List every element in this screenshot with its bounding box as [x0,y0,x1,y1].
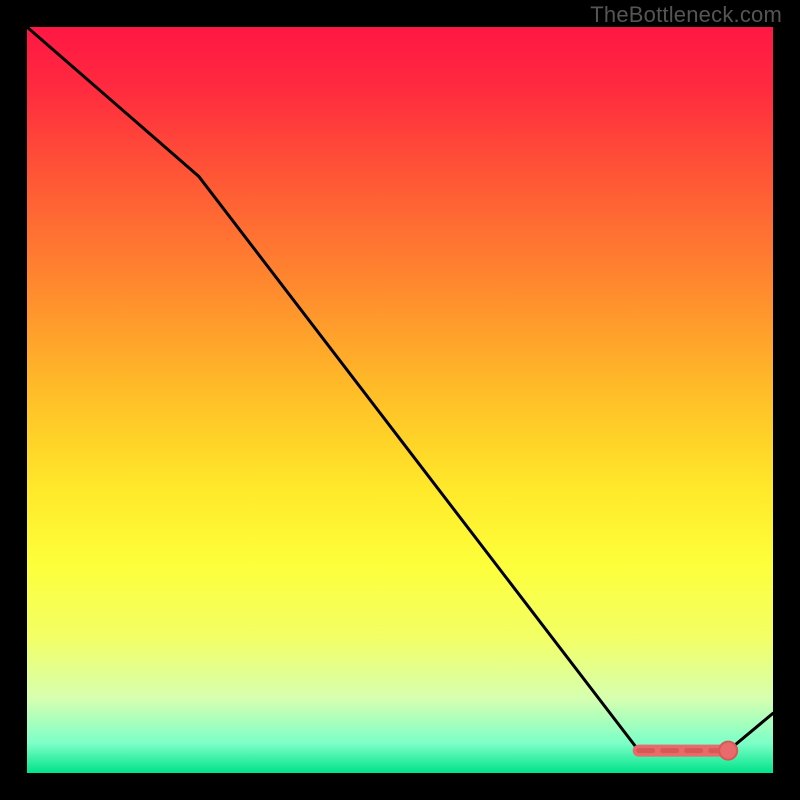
plot-background [27,27,773,773]
watermark-text: TheBottleneck.com [590,2,782,28]
highlight-end-marker [719,742,737,760]
chart-frame: TheBottleneck.com [0,0,800,800]
chart-svg [27,27,773,773]
plot-area [27,27,773,773]
